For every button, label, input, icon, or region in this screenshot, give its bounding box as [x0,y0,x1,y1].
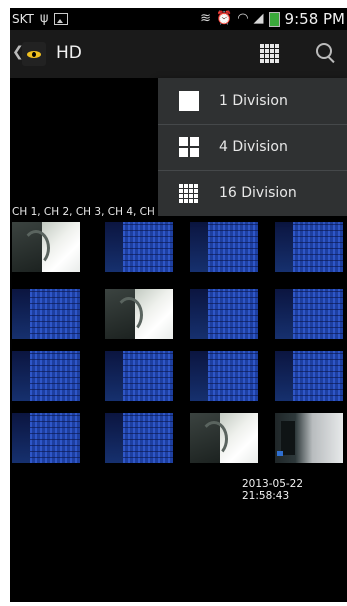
channel-tile[interactable] [105,351,173,401]
one-division-icon [179,91,199,111]
vibrate-icon: ≋ [200,11,212,26]
menu-item-label: 4 Division [219,139,288,155]
channel-tile[interactable] [190,289,258,339]
channel-tile[interactable] [12,222,80,272]
sixteen-division-icon [179,183,199,203]
menu-item-16-division[interactable]: 16 Division [158,170,347,216]
channel-tile[interactable] [105,289,173,339]
channel-tile[interactable] [190,413,258,463]
channel-tile[interactable] [12,289,80,339]
status-bar: SKT ψ ≋ ⏰ ◠ ◢ 9:58 PM [10,8,347,30]
channel-tile[interactable] [12,351,80,401]
grid-division-icon[interactable] [260,44,280,64]
channel-tile[interactable] [105,222,173,272]
timestamp: 2013-05-22 21:58:43 [242,478,304,502]
search-icon[interactable] [315,42,337,64]
screen: SKT ψ ≋ ⏰ ◠ ◢ 9:58 PM ❮ HD CH 1, CH 2, C… [10,8,347,602]
channel-tile[interactable] [275,351,343,401]
division-menu: 1 Division 4 Division 16 Division [158,78,347,216]
channel-tile[interactable] [190,222,258,272]
wifi-icon: ◠ [237,11,249,26]
cat-eye-icon[interactable] [22,42,46,66]
channel-tile[interactable] [275,222,343,272]
menu-item-1-division[interactable]: 1 Division [158,78,347,124]
action-bar: ❮ HD [10,30,347,78]
channel-tile[interactable] [275,413,343,463]
image-icon [54,13,69,25]
signal-icon: ◢ [253,11,264,26]
battery-icon [268,11,280,27]
channel-tile[interactable] [12,413,80,463]
page-title: HD [56,43,82,63]
channels-label: CH 1, CH 2, CH 3, CH 4, CH 5, [12,206,169,218]
usb-icon: ψ [39,11,49,26]
carrier-label: SKT [12,12,34,26]
menu-item-label: 1 Division [219,93,288,109]
alarm-icon: ⏰ [216,11,233,26]
channel-tile[interactable] [105,413,173,463]
four-division-icon [179,137,199,157]
menu-item-label: 16 Division [219,185,297,201]
channel-tile[interactable] [275,289,343,339]
channel-tile[interactable] [190,351,258,401]
menu-item-4-division[interactable]: 4 Division [158,124,347,170]
status-time: 9:58 PM [284,10,345,28]
